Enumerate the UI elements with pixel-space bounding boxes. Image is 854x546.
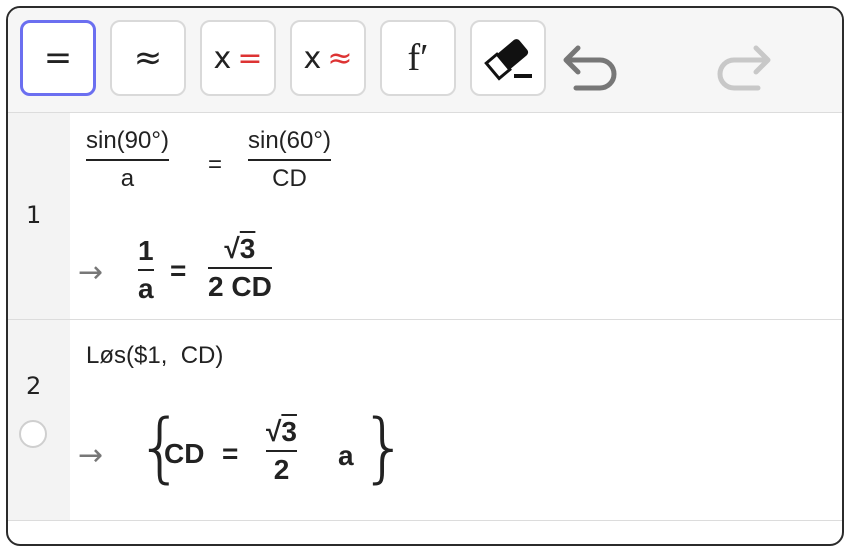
input-equals: = (208, 151, 223, 178)
output-rhs-numerator: √3 (224, 233, 256, 264)
input-command[interactable]: Løs($1, CD) (86, 342, 223, 370)
input-rhs-denominator: CD (272, 164, 307, 192)
input-rhs-fraction: sin(60°) CD (248, 127, 331, 193)
cas-row-1[interactable]: 1 sin(90°) a = sin(60°) CD → 1 a = √3 2 … (8, 113, 842, 320)
approx-symbol: ≈ (133, 38, 163, 78)
row-number: 2 (26, 372, 42, 400)
input-lhs-fraction: sin(90°) a (86, 127, 169, 193)
redo-button[interactable] (708, 38, 778, 94)
output-arrow: → (78, 438, 104, 473)
solve-button[interactable]: x = (200, 20, 276, 96)
output-variable: CD (164, 438, 205, 469)
cas-row-2[interactable]: 2 Løs($1, CD) → { CD = √3 2 a } (8, 320, 842, 521)
output-rhs-fraction: √3 2 CD (208, 233, 272, 303)
nsolve-approx: ≈ (327, 40, 353, 76)
solve-equals: = (237, 40, 263, 76)
equals-symbol: = (43, 38, 73, 78)
output-tail: a (338, 440, 354, 471)
sqrt-symbol: √ (266, 416, 282, 447)
derivative-symbol: f′ (407, 37, 429, 79)
input-rhs-numerator: sin(60°) (248, 127, 331, 154)
input-lhs-numerator: sin(90°) (86, 127, 169, 154)
visibility-toggle[interactable] (19, 420, 47, 448)
row-gutter (8, 320, 70, 520)
output-rhs-denominator: 2 CD (208, 271, 272, 302)
delete-button[interactable] (470, 20, 546, 96)
brace-close: } (360, 402, 409, 491)
output-equals: = (170, 255, 187, 286)
redo-icon (717, 45, 771, 91)
cas-toolbar: = ≈ x = x ≈ f′ (8, 8, 842, 113)
cas-view: = ≈ x = x ≈ f′ 1 sin(90°) a = sin(60°) C… (6, 6, 844, 546)
output-denominator: 2 (273, 454, 290, 485)
output-arrow: → (78, 255, 104, 290)
output-lhs-numerator: 1 (138, 235, 154, 266)
output-lhs-fraction: 1 a (138, 235, 154, 305)
undo-icon (563, 45, 617, 91)
output-numerator: √3 (266, 416, 297, 447)
nsolve-button[interactable]: x ≈ (290, 20, 366, 96)
output-lhs-denominator: a (138, 273, 154, 304)
numeric-button[interactable]: ≈ (110, 20, 186, 96)
nsolve-x: x (303, 40, 322, 76)
row-number: 1 (26, 201, 42, 229)
eraser-icon (484, 39, 532, 81)
derivative-button[interactable]: f′ (380, 20, 456, 96)
solve-x: x (213, 40, 232, 76)
input-lhs-denominator: a (120, 164, 135, 192)
output-fraction: √3 2 (266, 416, 297, 486)
evaluate-button[interactable]: = (20, 20, 96, 96)
output-equals: = (222, 438, 239, 469)
sqrt-symbol: √ (224, 233, 240, 264)
undo-button[interactable] (556, 38, 626, 94)
